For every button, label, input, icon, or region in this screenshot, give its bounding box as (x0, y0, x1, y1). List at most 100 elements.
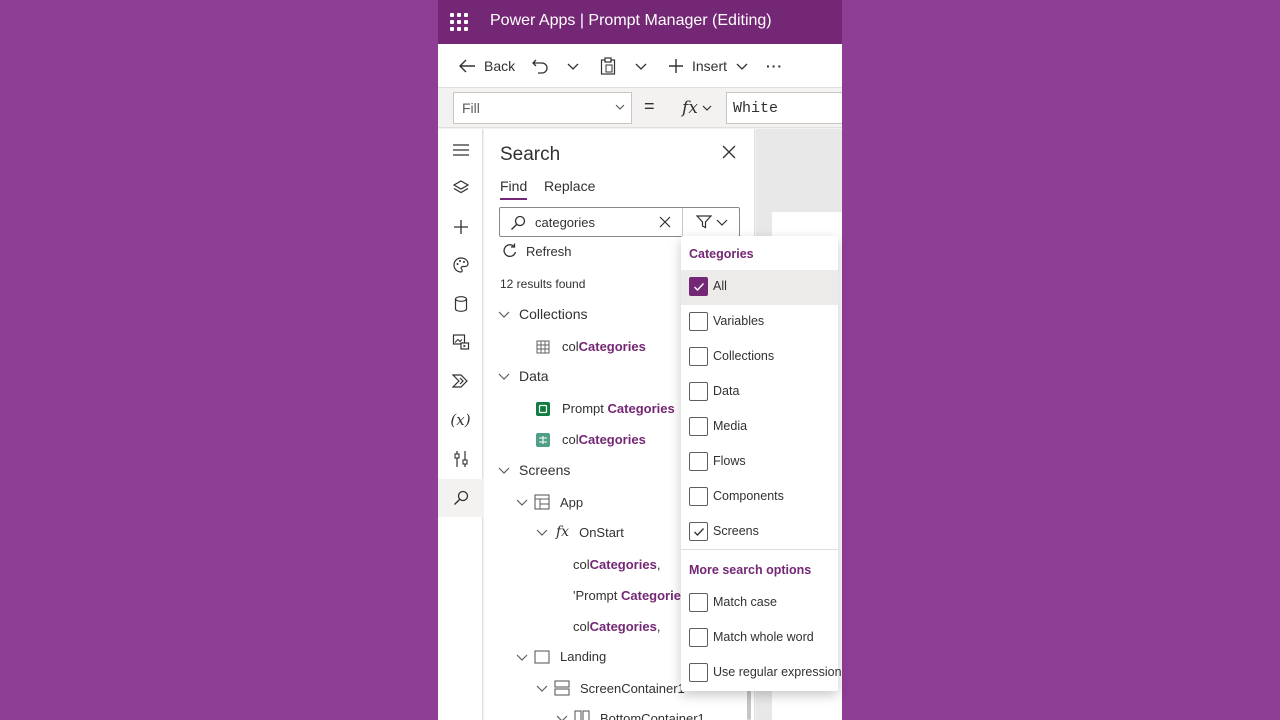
search-input[interactable]: categories (535, 215, 595, 230)
clipboard-icon (600, 57, 616, 75)
search-icon (511, 215, 526, 230)
filter-button[interactable] (682, 208, 740, 236)
arrow-left-icon (459, 59, 475, 73)
property-value: Fill (462, 100, 480, 116)
tree-view-button[interactable] (438, 169, 483, 207)
formula-bar: Fill = fx White (438, 88, 842, 128)
insert-pane-button[interactable] (438, 208, 483, 246)
screen-icon (534, 649, 550, 664)
more-button[interactable]: ··· (766, 44, 783, 88)
variables-icon: (x) (450, 411, 471, 429)
filter-option-screens[interactable]: Screens (681, 515, 838, 550)
checkbox[interactable] (689, 452, 708, 471)
tree-node-bottomcontainer[interactable]: BottomContainer1 (556, 710, 705, 720)
checkbox[interactable] (689, 347, 708, 366)
option-label: Collections (713, 349, 775, 363)
tree-node-app[interactable]: App (516, 494, 583, 510)
tools-icon (453, 451, 468, 467)
divider (681, 549, 838, 550)
result-item[interactable]: Prompt Categories (536, 401, 675, 416)
group-screens[interactable]: Screens (498, 462, 570, 478)
option-label: Variables (713, 314, 765, 328)
result-item[interactable]: colCategories, (573, 557, 660, 572)
fx-icon: fx (682, 98, 698, 118)
variables-button[interactable]: (x) (438, 401, 483, 439)
chevron-down-icon (615, 104, 625, 110)
checkbox[interactable] (689, 382, 708, 401)
property-dropdown[interactable]: Fill (453, 92, 632, 124)
power-automate-button[interactable] (438, 362, 483, 400)
title-bar: Power Apps | Prompt Manager (Editing) (438, 0, 842, 44)
filter-option-variables[interactable]: Variables (681, 305, 838, 340)
checkbox[interactable] (689, 522, 708, 541)
chevron-down-icon (716, 219, 727, 226)
media-icon (452, 334, 469, 350)
filter-option-media[interactable]: Media (681, 410, 838, 445)
insert-button[interactable]: Insert (668, 44, 749, 88)
media-button[interactable] (438, 323, 483, 361)
option-match-case[interactable]: Match case (681, 586, 838, 621)
search-box: categories (499, 207, 740, 237)
chevron-down-icon (536, 529, 548, 536)
filter-option-components[interactable]: Components (681, 480, 838, 515)
refresh-button[interactable]: Refresh (502, 243, 572, 259)
fx-icon: fx (556, 524, 570, 540)
paste-menu-button[interactable] (634, 44, 648, 88)
app-launcher-icon[interactable] (450, 13, 468, 31)
close-panel-button[interactable] (722, 145, 736, 164)
undo-button[interactable] (532, 44, 548, 88)
back-label: Back (484, 58, 516, 74)
paste-button[interactable] (600, 44, 616, 88)
checkbox[interactable] (689, 593, 708, 612)
chevron-down-icon (498, 373, 510, 380)
filter-option-flows[interactable]: Flows (681, 445, 838, 480)
clear-search-icon[interactable] (659, 216, 671, 228)
formula-input[interactable]: White (726, 92, 842, 124)
checkbox[interactable] (689, 417, 708, 436)
themes-button[interactable] (438, 246, 483, 284)
advanced-tools-button[interactable] (438, 440, 483, 478)
tree-node-onstart[interactable]: fx OnStart (536, 524, 624, 540)
dataverse-table-icon (536, 401, 550, 416)
filter-option-data[interactable]: Data (681, 375, 838, 410)
chevron-down-icon (498, 467, 510, 474)
filter-dropdown: Categories All Variables Collections Dat… (681, 236, 842, 691)
node-label: ScreenContainer1 (580, 680, 685, 696)
app-title: Power Apps | Prompt Manager (Editing) (490, 12, 772, 29)
node-label: App (560, 494, 584, 510)
filter-icon (695, 215, 712, 229)
checkbox[interactable] (689, 312, 708, 331)
option-regex[interactable]: Use regular expression (681, 656, 842, 691)
database-icon (454, 296, 467, 312)
filter-option-all[interactable]: All (681, 270, 838, 305)
undo-menu-button[interactable] (566, 44, 580, 88)
data-button[interactable] (438, 285, 483, 323)
vertical-container-icon (554, 680, 570, 696)
tree-node-landing[interactable]: Landing (516, 649, 606, 664)
option-label: All (713, 279, 727, 293)
result-item[interactable]: colCategories (536, 339, 646, 354)
result-text: colCategories, (573, 619, 661, 634)
result-item[interactable]: colCategories, (573, 619, 660, 634)
group-data[interactable]: Data (498, 368, 549, 384)
filter-option-collections[interactable]: Collections (681, 340, 838, 375)
hamburger-button[interactable] (438, 131, 483, 169)
result-item[interactable]: colCategories (536, 432, 646, 447)
back-button[interactable]: Back (458, 44, 515, 88)
tab-find[interactable]: Find (500, 178, 528, 200)
checkbox[interactable] (689, 663, 708, 682)
node-label: BottomContainer1 (600, 710, 705, 720)
option-match-whole-word[interactable]: Match whole word (681, 621, 838, 656)
table-icon (536, 340, 550, 353)
fx-button[interactable]: fx (669, 92, 725, 124)
tab-replace[interactable]: Replace (544, 178, 595, 194)
result-text: colCategories (562, 339, 646, 354)
checkbox[interactable] (689, 277, 708, 296)
tree-node-screencontainer[interactable]: ScreenContainer1 (536, 680, 685, 696)
search-pane-button[interactable] (438, 479, 483, 517)
node-label: OnStart (579, 524, 624, 540)
checkbox[interactable] (689, 487, 708, 506)
checkbox[interactable] (689, 628, 708, 647)
group-collections[interactable]: Collections (498, 306, 587, 322)
result-item[interactable]: 'Prompt Categories', (573, 588, 694, 603)
